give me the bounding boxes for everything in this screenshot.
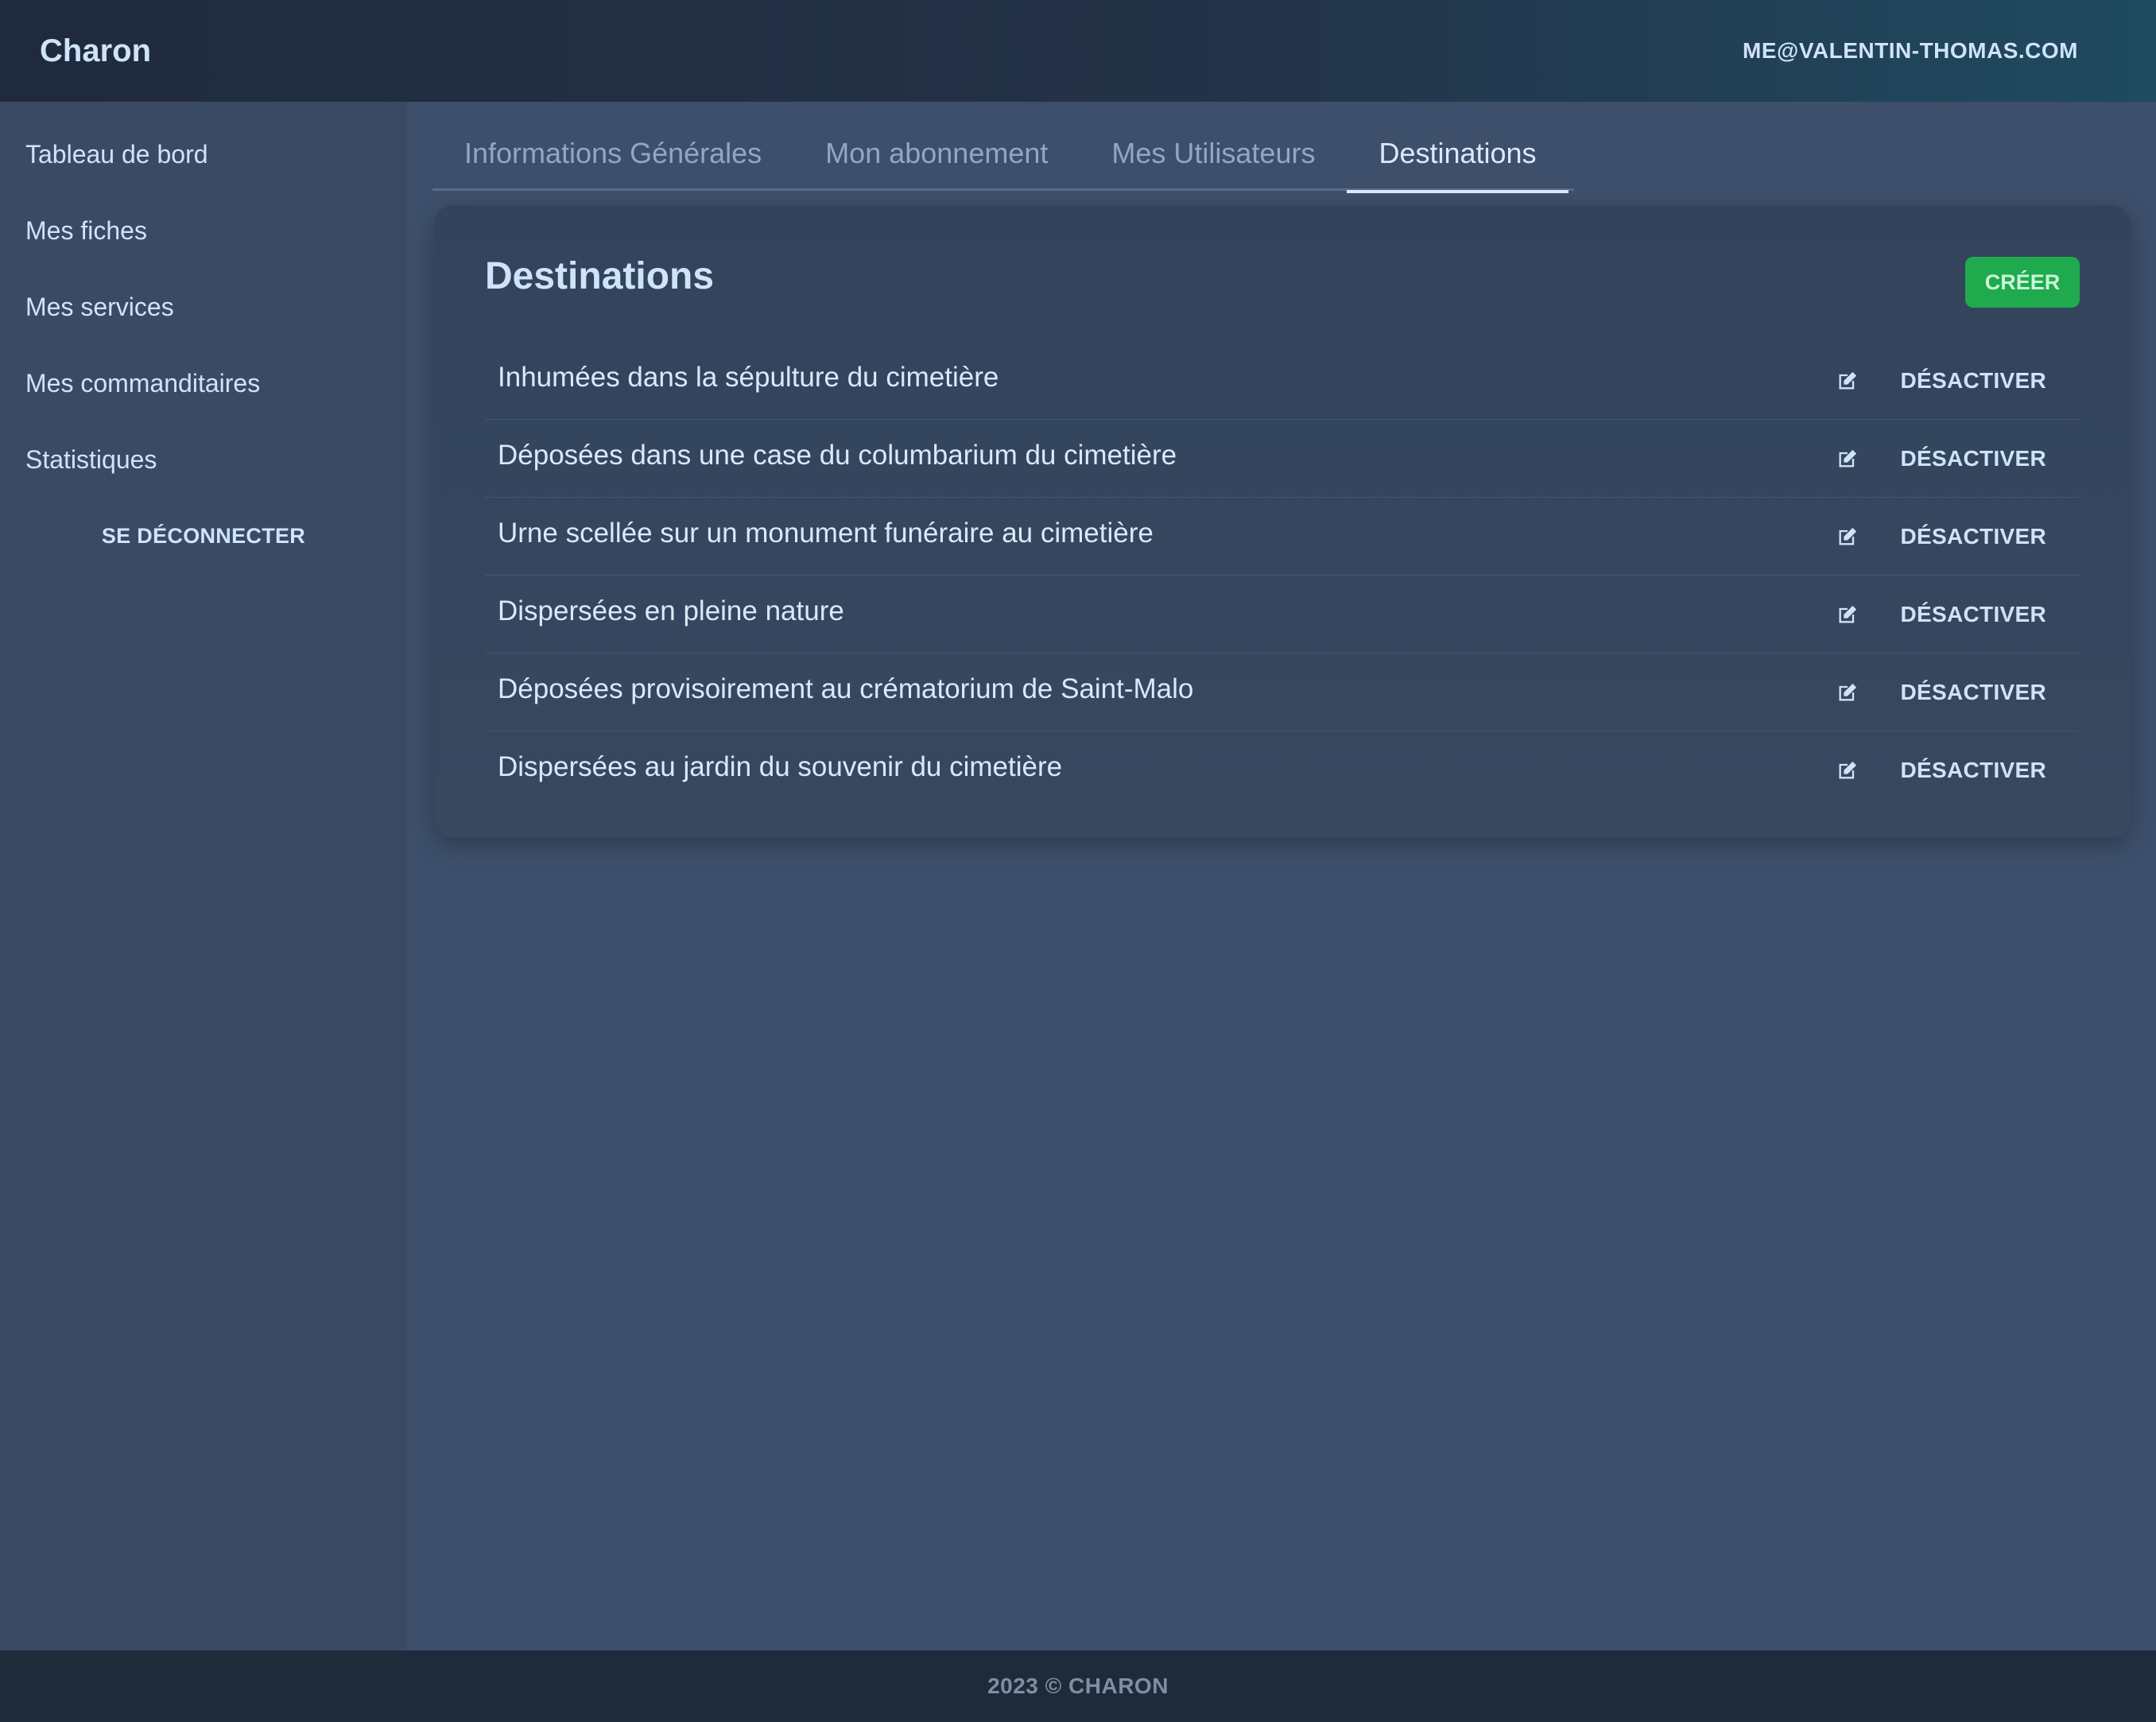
tab-mes-utilisateurs[interactable]: Mes Utilisateurs [1080,119,1347,191]
deactivate-button[interactable]: DÉSACTIVER [1901,446,2046,471]
tab-bar: Informations Générales Mon abonnement Me… [432,119,1574,193]
sidebar-item-dashboard[interactable]: Tableau de bord [0,116,407,192]
page-title: Destinations [485,255,715,297]
destination-label: Déposées dans une case du columbarium du… [498,439,1177,471]
deactivate-button[interactable]: DÉSACTIVER [1901,680,2046,705]
destinations-card: Destinations CRÉER Inhumées dans la sépu… [434,205,2131,837]
deactivate-button[interactable]: DÉSACTIVER [1901,368,2046,394]
list-item: Déposées provisoirement au crématorium d… [485,654,2080,731]
destination-label: Inhumées dans la sépulture du cimetière [498,361,999,393]
edit-icon[interactable] [1836,681,1859,704]
app-brand[interactable]: Charon [40,33,151,69]
deactivate-button[interactable]: DÉSACTIVER [1901,524,2046,549]
top-header: Charon ME@VALENTIN-THOMAS.COM [0,0,2156,102]
destination-label: Dispersées en pleine nature [498,595,844,626]
main-content: Informations Générales Mon abonnement Me… [407,102,2156,1650]
edit-icon[interactable] [1836,758,1859,782]
tab-informations-generales[interactable]: Informations Générales [432,119,793,191]
user-email-link[interactable]: ME@VALENTIN-THOMAS.COM [1743,38,2078,64]
list-item: Déposées dans une case du columbarium du… [485,420,2080,498]
tab-destinations[interactable]: Destinations [1347,119,1569,193]
sidebar-item-services[interactable]: Mes services [0,269,407,345]
footer-copyright: 2023 © CHARON [987,1674,1169,1698]
deactivate-button[interactable]: DÉSACTIVER [1901,602,2046,627]
footer: 2023 © CHARON [0,1650,2156,1722]
edit-icon[interactable] [1836,525,1859,549]
deactivate-button[interactable]: DÉSACTIVER [1901,758,2046,783]
list-item: Inhumées dans la sépulture du cimetière … [485,342,2080,420]
list-item: Urne scellée sur un monument funéraire a… [485,498,2080,576]
sidebar: Tableau de bord Mes fiches Mes services … [0,102,407,1650]
sidebar-item-statistiques[interactable]: Statistiques [0,421,407,498]
tab-mon-abonnement[interactable]: Mon abonnement [793,119,1080,191]
create-button[interactable]: CRÉER [1965,257,2080,308]
edit-icon[interactable] [1836,369,1859,393]
destinations-list: Inhumées dans la sépulture du cimetière … [485,342,2080,809]
app-root: Charon ME@VALENTIN-THOMAS.COM Tableau de… [0,0,2156,1722]
destination-label: Dispersées au jardin du souvenir du cime… [498,751,1063,782]
destination-label: Déposées provisoirement au crématorium d… [498,673,1194,704]
sidebar-item-commanditaires[interactable]: Mes commanditaires [0,345,407,421]
logout-button[interactable]: SE DÉCONNECTER [0,498,407,574]
sidebar-item-fiches[interactable]: Mes fiches [0,192,407,269]
edit-icon[interactable] [1836,447,1859,471]
list-item: Dispersées au jardin du souvenir du cime… [485,731,2080,809]
list-item: Dispersées en pleine nature DÉSACTIVER [485,576,2080,654]
destination-label: Urne scellée sur un monument funéraire a… [498,517,1154,549]
edit-icon[interactable] [1836,603,1859,626]
